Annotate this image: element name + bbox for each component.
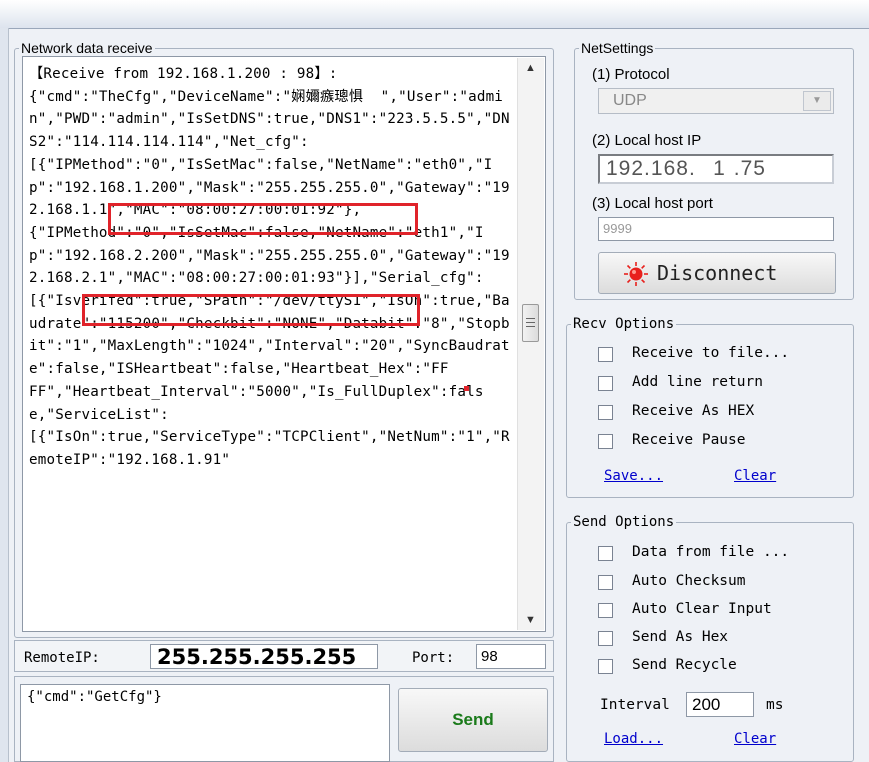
protocol-label: (1) Protocol [592,66,670,83]
net-settings-legend: NetSettings [581,40,654,56]
data-from-file-checkbox[interactable] [598,546,613,561]
disconnect-button[interactable]: Disconnect [598,252,836,294]
port-value: 98 [481,648,498,665]
save-link[interactable]: Save... [604,468,663,484]
host-port-input[interactable]: 9999 [598,217,834,241]
scroll-thumb[interactable] [522,304,539,342]
port-label: Port: [412,650,455,666]
connection-status-icon [624,262,648,286]
chevron-down-icon[interactable]: ▼ [803,91,831,111]
auto-clear-input-checkbox[interactable] [598,603,613,618]
send-clear-link[interactable]: Clear [734,731,776,747]
auto-checksum-label: Auto Checksum [632,573,746,589]
receive-text: 【Receive from 192.168.1.200 : 98】: {"cmd… [29,66,510,468]
send-recycle-checkbox[interactable] [598,659,613,674]
ip-octet-1: 192 [606,157,645,180]
receive-as-hex-checkbox[interactable] [598,405,613,420]
host-ip-input[interactable]: 192.168. 1.75 [598,154,834,184]
receive-to-file-checkbox[interactable] [598,347,613,362]
interval-value: 200 [692,695,721,714]
ip-octet-3: 1 [713,157,726,180]
left-panel-edge [0,28,9,762]
ip-dot: . [644,157,651,180]
add-line-return-checkbox[interactable] [598,376,613,391]
recv-options-legend: Recv Options [573,316,675,332]
protocol-select[interactable]: UDP ▼ [598,88,834,114]
add-line-return-label: Add line return [632,374,763,390]
receive-pause-label: Receive Pause [632,432,746,448]
host-port-label: (3) Local host port [592,195,713,212]
receive-pause-checkbox[interactable] [598,434,613,449]
port-input[interactable]: 98 [476,644,546,669]
remote-ip-value: 255.255.255.255 [157,645,357,669]
ip-octet-2: 168 [650,157,689,180]
recv-clear-link[interactable]: Clear [734,468,776,484]
disconnect-label: Disconnect [657,261,778,285]
auto-clear-input-label: Auto Clear Input [632,601,772,617]
host-port-value: 9999 [603,221,632,236]
receive-scrollbar[interactable]: ▲ ▼ [517,58,544,630]
ip-octet-4: 75 [740,157,766,180]
ip-dot: . [688,157,696,180]
receive-to-file-label: Receive to file... [632,345,790,361]
load-link[interactable]: Load... [604,731,663,747]
scroll-up-icon[interactable]: ▲ [525,62,536,74]
auto-checksum-checkbox[interactable] [598,575,613,590]
receive-textarea[interactable]: 【Receive from 192.168.1.200 : 98】: {"cmd… [22,56,546,632]
window-title-bar [0,0,869,29]
interval-label: Interval [600,697,670,713]
send-input[interactable]: {"cmd":"GetCfg"} [20,684,390,762]
scroll-down-icon[interactable]: ▼ [525,614,536,626]
data-from-file-label: Data from file ... [632,544,790,560]
host-ip-label: (2) Local host IP [592,132,702,149]
send-recycle-label: Send Recycle [632,657,737,673]
ip-dot: . [733,157,741,180]
remote-ip-input[interactable]: 255.255.255.255 [150,644,378,669]
receive-as-hex-label: Receive As HEX [632,403,755,419]
remote-ip-label: RemoteIP: [24,650,100,666]
highlight-eth1-box [82,294,420,326]
send-options-legend: Send Options [573,514,675,530]
interval-input[interactable]: 200 [686,692,754,717]
send-as-hex-label: Send As Hex [632,629,729,645]
protocol-value: UDP [613,92,647,109]
send-input-value: {"cmd":"GetCfg"} [27,689,162,705]
highlight-eth0-box [108,203,418,235]
send-button[interactable]: Send [398,688,548,752]
interval-unit-label: ms [766,697,784,713]
red-marker-dot [464,386,469,391]
send-as-hex-checkbox[interactable] [598,631,613,646]
receive-group-legend: Network data receive [21,40,153,56]
